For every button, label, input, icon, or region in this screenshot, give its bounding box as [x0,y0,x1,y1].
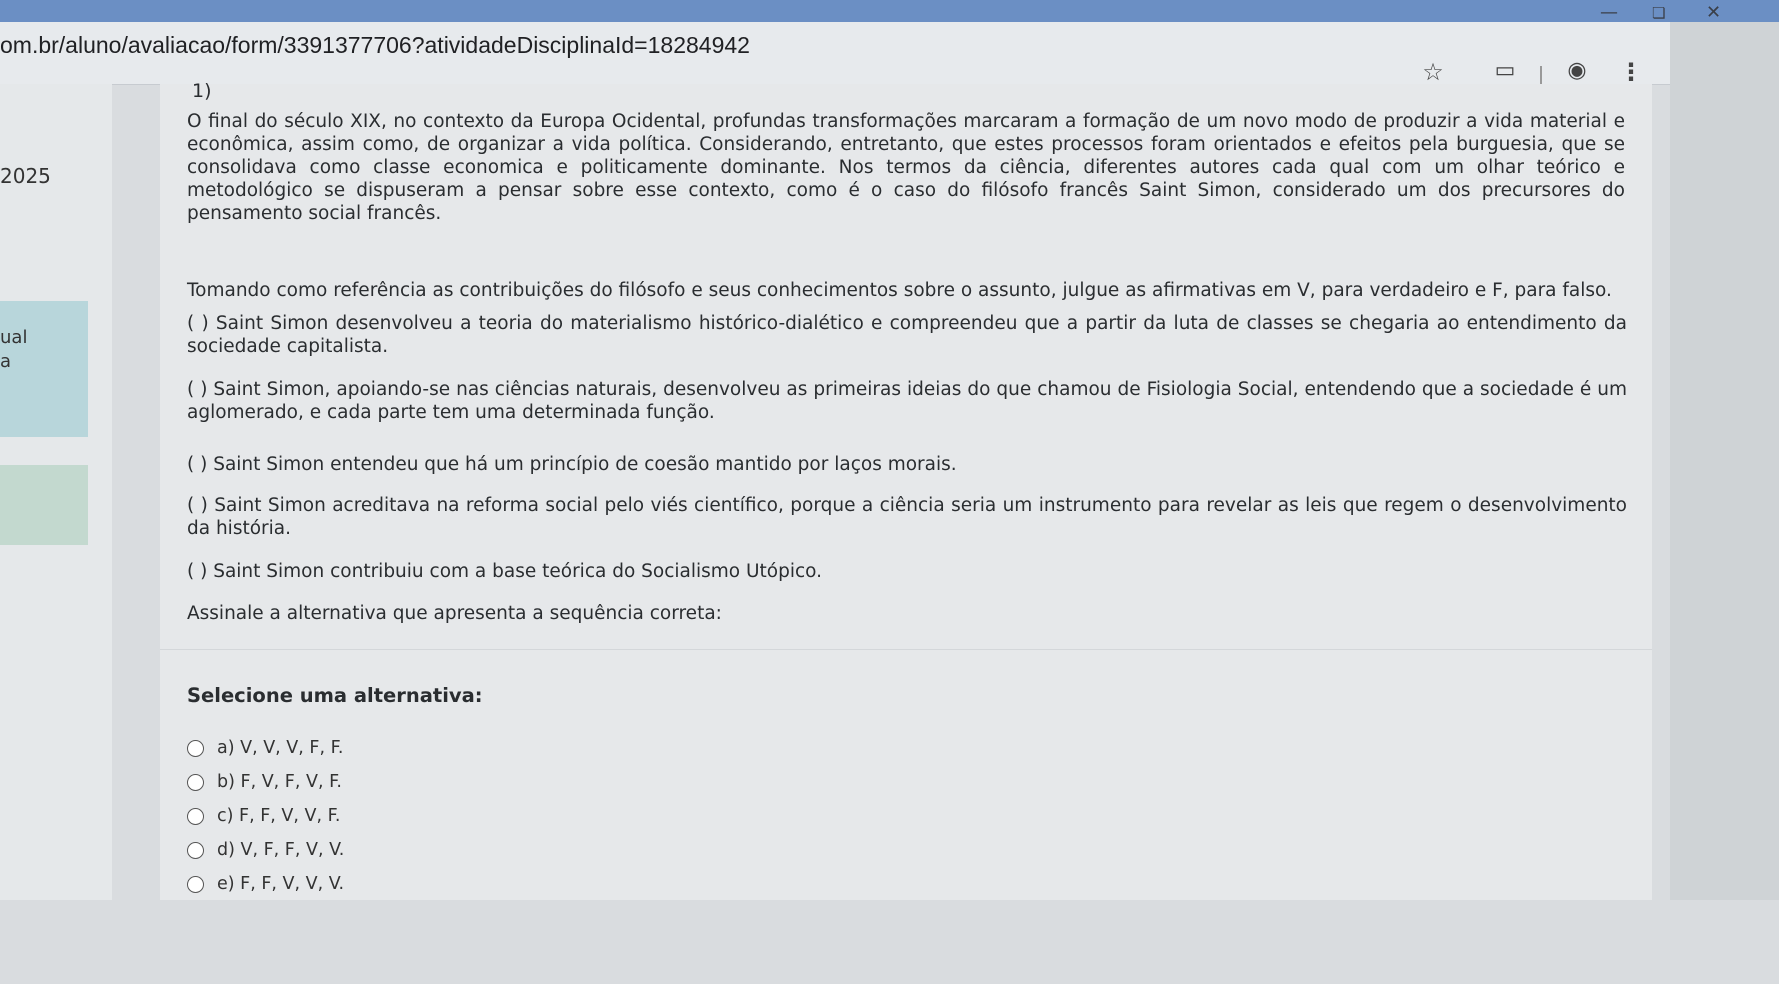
right-dark-strip [1670,22,1779,900]
restore-icon[interactable]: ❏ [1652,4,1665,22]
question-intro: O final do século XIX, no contexto da Eu… [187,111,1625,224]
sidebar-item-label: ual [0,327,28,348]
bookmark-star-icon[interactable]: ☆ [1418,58,1448,86]
option-label: b) F, V, F, V, F. [217,772,342,792]
url-text[interactable]: om.br/aluno/avaliacao/form/3391377706?at… [0,32,750,59]
sidebar-item[interactable] [0,465,88,545]
option-label: a) V, V, V, F, F. [217,738,344,758]
option-label: e) F, F, V, V, V. [217,874,345,894]
question-prompt: Tomando como referência as contribuições… [187,280,1612,301]
statement-2: ( ) Saint Simon, apoiando-se nas ciência… [187,379,1627,423]
option-label: d) V, F, F, V, V. [217,840,345,860]
question-panel: 1) O final do século XIX, no contexto da… [160,80,1652,900]
option-a[interactable]: a) V, V, V, F, F. [187,736,343,760]
radio-button[interactable] [187,739,204,757]
statement-3: ( ) Saint Simon entendeu que há um princ… [187,454,957,475]
menu-kebab-icon[interactable]: ⋮ [1616,58,1646,86]
window-titlebar: — ❏ ✕ [0,0,1779,23]
close-icon[interactable]: ✕ [1706,2,1721,23]
option-label: c) F, F, V, V, F. [217,806,341,826]
extensions-icon[interactable]: ▭ [1490,58,1520,83]
statement-1: ( ) Saint Simon desenvolveu a teoria do … [187,313,1627,357]
option-c[interactable]: c) F, F, V, V, F. [187,804,340,828]
section-divider [160,649,1652,650]
option-d[interactable]: d) V, F, F, V, V. [187,838,344,862]
radio-button[interactable] [187,875,204,893]
select-alternative-label: Selecione uma alternativa: [187,684,483,707]
radio-button[interactable] [187,807,204,825]
question-number: 1) [192,80,212,102]
sidebar-item-active[interactable]: ual a [0,301,88,437]
minimize-icon[interactable]: — [1600,2,1618,23]
radio-button[interactable] [187,773,204,791]
sidebar-item-sublabel: a [0,351,12,372]
profile-icon[interactable]: ◉ [1562,58,1592,83]
radio-button[interactable] [187,841,204,859]
option-b[interactable]: b) F, V, F, V, F. [187,770,342,794]
sidebar-year: 2025 [0,164,51,188]
question-instruction: Assinale a alternativa que apresenta a s… [187,603,722,624]
option-e[interactable]: e) F, F, V, V, V. [187,872,344,896]
statement-5: ( ) Saint Simon contribuiu com a base te… [187,561,823,582]
statement-4: ( ) Saint Simon acreditava na reforma so… [187,495,1627,539]
sidebar: 2025 ual a [0,84,112,900]
